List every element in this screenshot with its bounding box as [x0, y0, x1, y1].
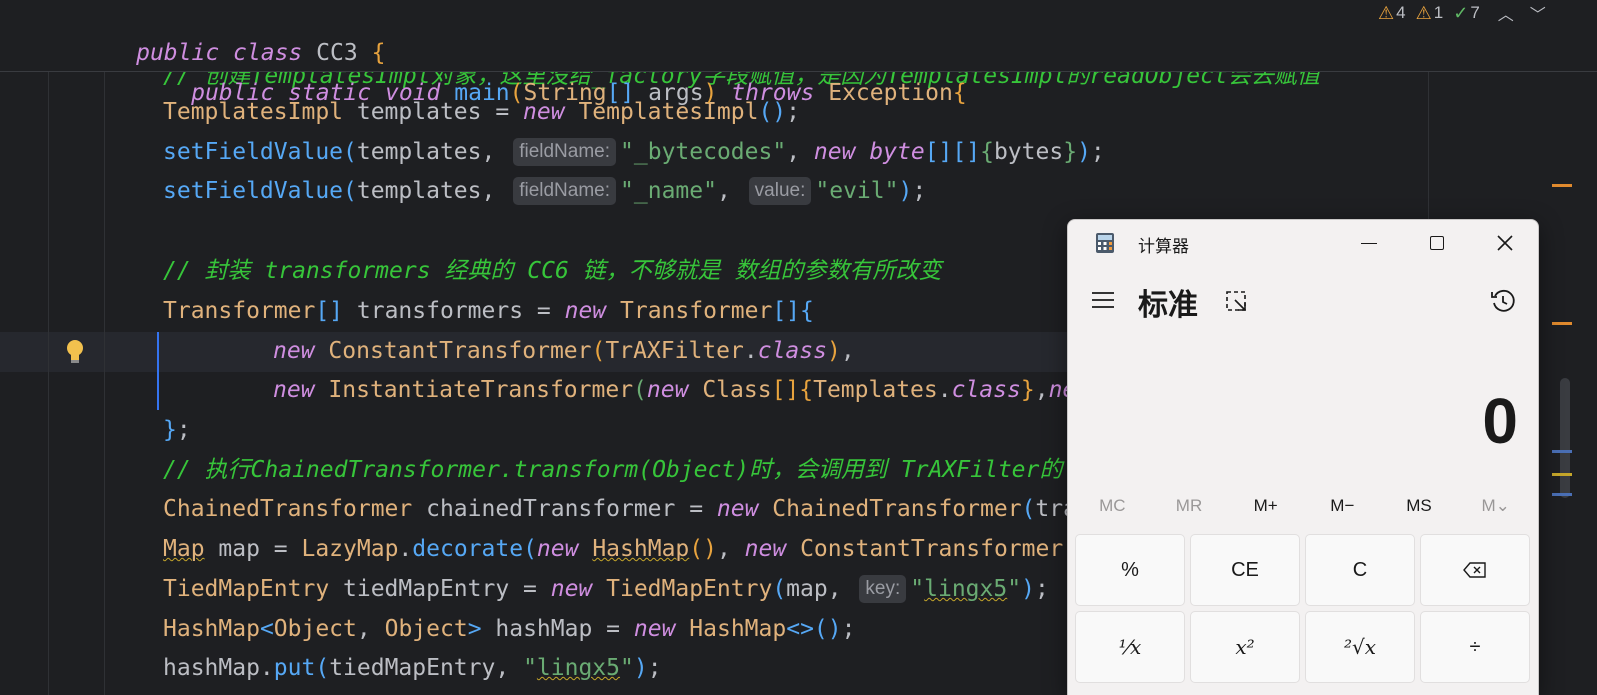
code-line-comment: // 执行ChainedTransformer.transform(Object…	[163, 457, 1063, 483]
reciprocal-key[interactable]: ¹⁄x	[1075, 611, 1185, 683]
code-line-current: new ConstantTransformer(TrAXFilter.class…	[273, 338, 855, 364]
history-icon[interactable]	[1490, 288, 1516, 314]
weak-warning-icon: ⚠	[1415, 2, 1432, 23]
backspace-key[interactable]	[1420, 534, 1530, 606]
sticky-scroll-header: public class CC3 { public static void ma…	[0, 0, 1597, 106]
code-line: };	[163, 417, 191, 443]
typos-count: 7	[1470, 3, 1480, 22]
vertical-scrollbar-thumb[interactable]	[1560, 378, 1570, 498]
minimize-icon	[1361, 242, 1377, 244]
scrollbar-usage-mark[interactable]	[1552, 493, 1572, 496]
lightbulb-icon[interactable]	[64, 339, 86, 365]
code-line: TiedMapEntry tiedMapEntry = new TiedMapE…	[163, 575, 1049, 603]
code-line: HashMap<Object, Object> hashMap = new Ha…	[163, 616, 856, 642]
chevron-up-icon[interactable]: ︿	[1498, 1, 1514, 25]
clear-key[interactable]: C	[1305, 534, 1415, 606]
param-hint: fieldName:	[513, 138, 617, 166]
divide-key[interactable]: ÷	[1420, 611, 1530, 683]
keypad: % CE C ¹⁄x x² ²√x ÷	[1075, 534, 1535, 683]
scrollbar-usage-mark[interactable]	[1552, 450, 1572, 453]
indent-guide	[104, 72, 105, 695]
code-line: Transformer[] transformers = new Transfo…	[163, 298, 814, 324]
close-icon	[1497, 235, 1513, 251]
calculator-mode-title: 标准	[1138, 289, 1198, 322]
memory-subtract-button[interactable]: M−	[1304, 490, 1381, 522]
calculator-app-icon	[1096, 233, 1114, 253]
chevron-down-icon[interactable]: ﹀	[1530, 1, 1546, 25]
scrollbar-warning-mark[interactable]	[1552, 184, 1572, 187]
selection-bracket	[157, 332, 159, 410]
param-hint: fieldName:	[513, 177, 617, 205]
weak-warnings-count: 1	[1433, 3, 1444, 22]
memory-row: MC MR M+ M− MS M⌄	[1074, 490, 1534, 522]
hamburger-menu-icon[interactable]	[1090, 290, 1116, 310]
code-line: ChainedTransformer chainedTransformer = …	[163, 496, 1077, 522]
memory-store-button[interactable]: MS	[1381, 490, 1458, 522]
memory-clear-button[interactable]: MC	[1074, 490, 1151, 522]
inspection-widget[interactable]: ⚠ 4 ⚠ 1 ✓ 7 ︿ ﹀	[1378, 0, 1546, 26]
maximize-button[interactable]	[1403, 220, 1471, 266]
calculator-title: 计算器	[1138, 237, 1189, 256]
clear-entry-key[interactable]: CE	[1190, 534, 1300, 606]
close-button[interactable]	[1471, 220, 1538, 266]
indent-guide	[48, 72, 49, 695]
memory-recall-button[interactable]: MR	[1151, 490, 1228, 522]
square-root-key[interactable]: ²√x	[1305, 611, 1415, 683]
sticky-method-line[interactable]: public static void main(String[] args) t…	[108, 33, 967, 106]
scrollbar-usage-mark[interactable]	[1552, 473, 1572, 476]
param-hint: value:	[748, 177, 812, 205]
square-key[interactable]: x²	[1190, 611, 1300, 683]
code-line: setFieldValue(templates, fieldName: "_byt…	[163, 138, 1105, 166]
keep-on-top-icon[interactable]	[1225, 290, 1249, 314]
percent-key[interactable]: %	[1075, 534, 1185, 606]
warnings-count: 4	[1396, 3, 1406, 22]
minimize-button[interactable]	[1335, 220, 1403, 266]
sticky-class-line[interactable]: public class CC3 {	[53, 0, 385, 66]
calculator-window[interactable]: 计算器 标准 0 MC MR M+ M− MS M⌄ % CE C ¹⁄x x²…	[1067, 219, 1539, 695]
param-hint: key:	[859, 575, 907, 603]
code-line: new InstantiateTransformer(new Class[]{T…	[273, 377, 1077, 403]
code-line: Map map = LazyMap.decorate(new HashMap()…	[163, 536, 1077, 562]
code-line: hashMap.put(tiedMapEntry, "lingx5");	[163, 655, 662, 681]
memory-add-button[interactable]: M+	[1227, 490, 1304, 522]
calculator-titlebar[interactable]: 计算器	[1068, 220, 1538, 266]
warning-triangle-icon: ⚠	[1378, 2, 1395, 23]
scrollbar-warning-mark[interactable]	[1552, 322, 1572, 325]
calculator-display: 0	[1482, 385, 1518, 457]
code-line: setFieldValue(templates, fieldName: "_nam…	[163, 177, 927, 205]
maximize-icon	[1430, 236, 1444, 250]
code-line-comment: // 封装 transformers 经典的 CC6 链，不够就是 数组的参数有…	[163, 258, 942, 284]
double-check-icon: ✓	[1453, 2, 1469, 23]
backspace-icon	[1463, 562, 1486, 578]
memory-list-button[interactable]: M⌄	[1457, 490, 1534, 522]
